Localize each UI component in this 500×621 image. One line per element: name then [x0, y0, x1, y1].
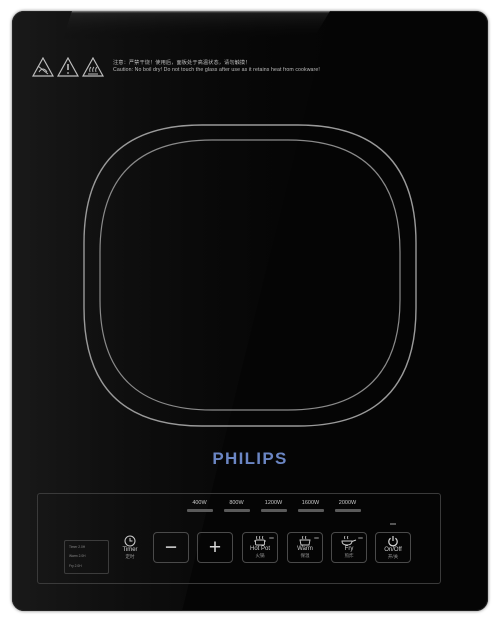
on-off-led: [390, 523, 396, 525]
warm-led: [314, 537, 319, 539]
cooking-zone-outer: [83, 124, 417, 427]
timer-display-line: Warm 2.0H: [69, 554, 86, 559]
fry-label: Fry: [344, 546, 354, 552]
timer-button[interactable]: Timer 定时: [112, 532, 148, 563]
timer-label: Timer: [122, 547, 138, 553]
on-off-button[interactable]: On/Off 开/关: [375, 523, 411, 563]
hot-pot-label: Hot Pot: [249, 546, 270, 552]
hot-pot-led: [269, 537, 274, 539]
warm-icon: [299, 536, 311, 546]
hot-pot-icon: [254, 536, 266, 546]
on-off-label: On/Off: [384, 547, 402, 553]
timer-display-line: Fry 2.0H: [69, 563, 82, 568]
fry-led: [358, 537, 363, 539]
timer-display-line: Timer 2.0H: [69, 545, 86, 550]
warm-button[interactable]: Warm 保温: [287, 532, 323, 563]
brand-logo: PHILIPS: [212, 449, 288, 468]
fry-sublabel: 煎炸: [344, 553, 354, 558]
timer-sublabel: 定时: [125, 554, 135, 559]
increase-button[interactable]: +: [197, 532, 233, 563]
hot-pot-sublabel: 火锅: [255, 553, 265, 558]
warm-label: Warm: [297, 546, 313, 552]
warm-sublabel: 保温: [300, 553, 310, 558]
clock-icon: [124, 535, 136, 547]
plus-icon: +: [208, 535, 222, 559]
frying-pan-icon: [341, 536, 357, 546]
timer-display: Timer 2.0H Warm 2.0H Fry 2.0H: [64, 540, 109, 574]
minus-icon: −: [164, 535, 178, 559]
cooking-zone-inner: [99, 139, 401, 411]
power-icon: [388, 536, 398, 547]
fry-button[interactable]: Fry 煎炸: [331, 532, 367, 563]
hot-pot-button[interactable]: Hot Pot 火锅: [242, 532, 278, 563]
on-off-sublabel: 开/关: [387, 554, 399, 559]
decrease-button[interactable]: −: [153, 532, 189, 563]
